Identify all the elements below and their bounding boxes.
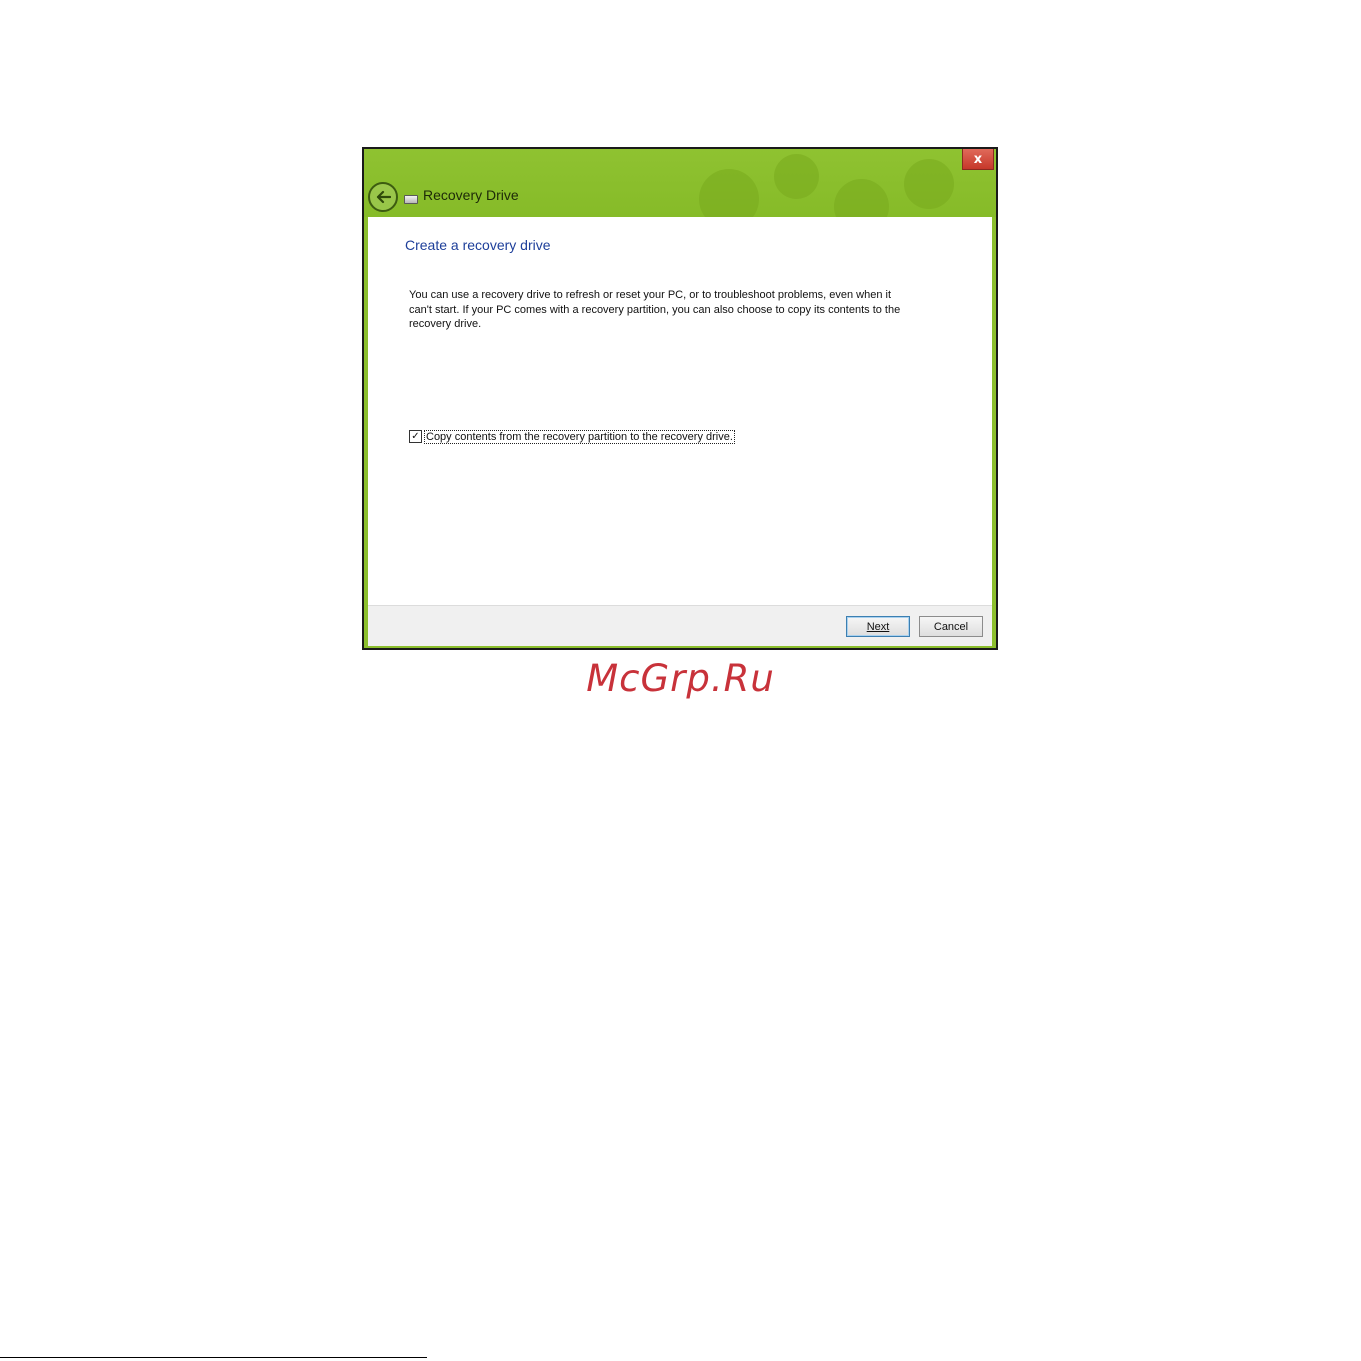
content-panel: Create a recovery drive You can use a re… [368, 217, 992, 605]
background-decoration [904, 159, 954, 209]
checkmark-icon: ✓ [411, 430, 420, 442]
page-divider [0, 1357, 427, 1358]
cancel-button[interactable]: Cancel [919, 616, 983, 637]
back-arrow-icon [376, 190, 391, 204]
site-watermark: McGrp.Ru [586, 657, 775, 700]
description-text: You can use a recovery drive to refresh … [409, 289, 901, 330]
cancel-button-label: Cancel [933, 620, 969, 633]
next-button-label: Next [866, 620, 890, 633]
page-title: Create a recovery drive [405, 237, 551, 253]
recovery-drive-window: x Recovery Drive Create a recovery drive… [362, 147, 998, 650]
background-decoration [834, 179, 889, 217]
copy-partition-option[interactable]: ✓ Copy contents from the recovery partit… [409, 429, 735, 444]
background-decoration [774, 154, 819, 199]
dialog-footer: Next Cancel [368, 605, 992, 646]
window-title: Recovery Drive [423, 187, 519, 203]
copy-partition-label[interactable]: Copy contents from the recovery partitio… [424, 429, 735, 444]
background-decoration [699, 169, 759, 217]
title-bar[interactable]: x Recovery Drive [364, 149, 996, 217]
back-button[interactable] [368, 182, 398, 212]
copy-partition-checkbox[interactable]: ✓ [409, 430, 422, 443]
drive-icon [404, 195, 418, 204]
page: x Recovery Drive Create a recovery drive… [0, 0, 1361, 1361]
next-button[interactable]: Next [846, 616, 910, 637]
close-icon: x [973, 151, 983, 167]
close-button[interactable]: x [962, 149, 994, 170]
